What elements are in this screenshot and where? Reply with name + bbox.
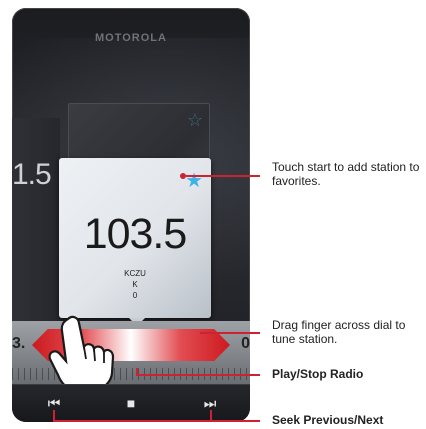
callout-favorites: Touch start to add station to favorites. xyxy=(272,160,420,188)
skip-previous-icon: ⏮ xyxy=(47,395,61,411)
callout-line-dial xyxy=(200,332,260,334)
skip-next-icon: ⏭ xyxy=(203,395,217,411)
callout-dial: Drag finger across dial to tune station. xyxy=(272,318,406,346)
station-line-3: 0 xyxy=(132,291,138,300)
station-callsign: KCZU xyxy=(124,269,146,278)
playback-controls: ⏮ ■ ⏭ xyxy=(12,384,250,422)
callout-line-play-stop-h xyxy=(136,374,260,376)
station-info: KCZU K 0 xyxy=(59,268,211,301)
callout-line-seek-h xyxy=(53,420,260,422)
station-card[interactable]: ★ 103.5 KCZU K 0 xyxy=(59,158,211,326)
station-line-2: K xyxy=(132,280,138,289)
stop-icon: ■ xyxy=(126,395,136,411)
star-icon: ☆ xyxy=(186,110,203,130)
station-frequency: 103.5 xyxy=(83,210,188,258)
favorite-star-icon[interactable]: ★ xyxy=(185,168,203,193)
adjacent-frequency: 1.5 xyxy=(12,158,52,191)
callout-seek: Seek Previous/Next xyxy=(272,413,384,427)
brand-label: MOTOROLA xyxy=(95,32,167,44)
callout-line-favorites xyxy=(186,175,260,177)
phone-screen: MOTOROLA ☆ 1.5 ★ 103.5 KCZU K 0 3. 0 ⏮ ■… xyxy=(12,8,250,422)
background-panel xyxy=(12,118,60,328)
dial-number-left: 3. xyxy=(12,335,26,352)
callout-play-stop: Play/Stop Radio xyxy=(272,367,364,381)
stop-button[interactable]: ■ xyxy=(119,393,143,413)
dial-number-right: 0 xyxy=(241,335,250,352)
pointing-hand-icon xyxy=(48,315,115,393)
